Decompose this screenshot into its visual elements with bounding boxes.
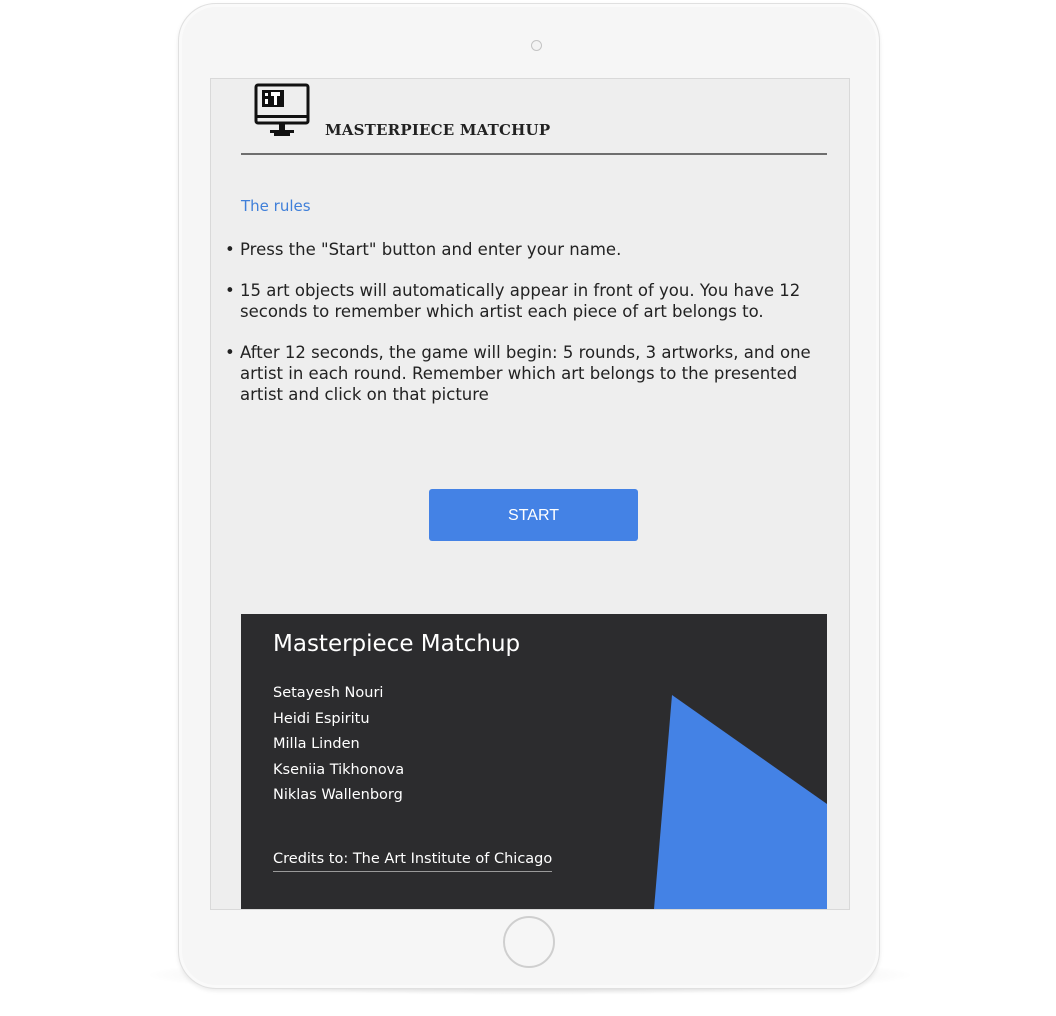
- rule-item: • After 12 seconds, the game will begin:…: [223, 342, 823, 405]
- team-member-name: Milla Linden: [273, 736, 360, 752]
- page-header: MASTERPIECE MATCHUP: [241, 79, 827, 155]
- rule-item: • Press the "Start" button and enter you…: [223, 239, 823, 260]
- rule-text: After 12 seconds, the game will begin: 5…: [240, 343, 811, 404]
- team-member-name: Kseniia Tikhonova: [273, 761, 405, 778]
- rules-list: • Press the "Start" button and enter you…: [223, 239, 823, 425]
- device-mockup: MASTERPIECE MATCHUP The rules • Press th…: [0, 0, 1056, 1016]
- app-title: MASTERPIECE MATCHUP: [325, 121, 551, 139]
- start-button[interactable]: START: [429, 489, 638, 541]
- home-button[interactable]: [503, 916, 555, 968]
- computer-monitor-art-icon: [254, 83, 310, 136]
- bullet-icon: •: [225, 240, 235, 259]
- team-members-list: Setayesh Nouri Heidi Espiritu Milla Lind…: [273, 681, 404, 809]
- team-member-name: Niklas Wallenborg: [273, 787, 403, 803]
- bullet-icon: •: [225, 281, 235, 300]
- rule-text: 15 art objects will automatically appear…: [240, 281, 801, 321]
- app-screen: MASTERPIECE MATCHUP The rules • Press th…: [210, 78, 850, 910]
- bullet-icon: •: [225, 343, 235, 362]
- credits-link[interactable]: Credits to: The Art Institute of Chicago: [273, 851, 553, 872]
- rules-heading: The rules: [241, 197, 311, 215]
- team-member-name: Heidi Espiritu: [273, 710, 370, 727]
- footer-title: Masterpiece Matchup: [273, 631, 521, 657]
- team-member-name: Setayesh Nouri: [273, 685, 384, 701]
- page-footer: Masterpiece Matchup Setayesh Nouri Heidi…: [241, 614, 827, 909]
- rule-text: Press the "Start" button and enter your …: [240, 240, 622, 259]
- rule-item: • 15 art objects will automatically appe…: [223, 280, 823, 322]
- camera-icon: [531, 40, 542, 51]
